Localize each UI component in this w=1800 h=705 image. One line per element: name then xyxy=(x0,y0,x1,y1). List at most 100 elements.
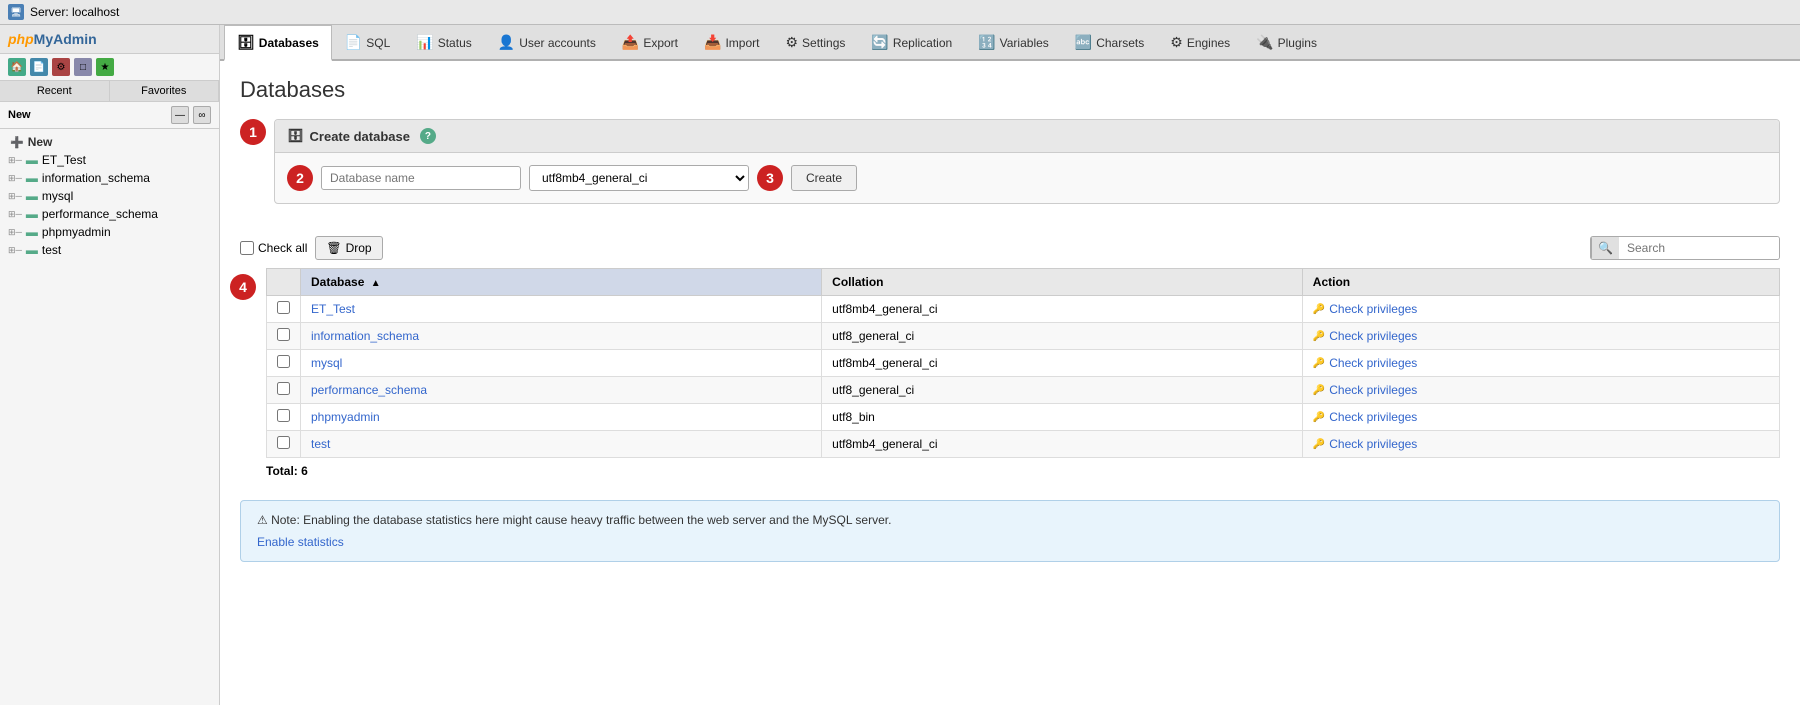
row-db-cell: phpmyadmin xyxy=(301,404,822,431)
row-checkbox[interactable] xyxy=(277,382,290,395)
db-name-link[interactable]: phpmyadmin xyxy=(311,410,380,424)
tab-charsets[interactable]: 🔤 Charsets xyxy=(1062,25,1157,59)
logo-php: php xyxy=(8,31,34,47)
table-row: test utf8mb4_general_ci 🔑Check privilege… xyxy=(267,431,1780,458)
plugins-tab-icon: 🔌 xyxy=(1256,34,1273,51)
db-name-link[interactable]: information_schema xyxy=(311,329,419,343)
sidebar-item-et-test[interactable]: ⊞─ ▬ ET_Test xyxy=(0,151,219,169)
search-icon[interactable]: 🔍 xyxy=(1591,237,1619,259)
row-db-cell: test xyxy=(301,431,822,458)
sidebar-item-performance-schema[interactable]: ⊞─ ▬ performance_schema xyxy=(0,205,219,223)
row-checkbox-cell xyxy=(267,431,301,458)
create-db-body: 2 utf8mb4_general_ci utf8_general_ci utf… xyxy=(275,153,1779,203)
check-priv-icon: 🔑 xyxy=(1313,304,1325,315)
row-action-cell: 🔑Check privileges xyxy=(1302,323,1779,350)
check-privileges-link[interactable]: 🔑Check privileges xyxy=(1313,302,1769,316)
note-text: ⚠ Note: Enabling the database statistics… xyxy=(257,513,1763,527)
step4-wrapper: 4 Database ▲ xyxy=(240,268,1780,484)
tab-import[interactable]: 📥 Import xyxy=(691,25,772,59)
sidebar-item-phpmyadmin[interactable]: ⊞─ ▬ phpmyadmin xyxy=(0,223,219,241)
sidebar-item-test[interactable]: ⊞─ ▬ test xyxy=(0,241,219,259)
tab-export[interactable]: 📤 Export xyxy=(609,25,691,59)
database-table: Database ▲ Collation Action xyxy=(266,268,1780,458)
row-checkbox[interactable] xyxy=(277,355,290,368)
star-icon[interactable]: ★ xyxy=(96,58,114,76)
home-icon[interactable]: 🏠 xyxy=(8,58,26,76)
tab-recent[interactable]: Recent xyxy=(0,81,110,101)
create-db-section: 🗄 Create database ? 2 utf8mb4_general_ci… xyxy=(274,119,1780,204)
collapse-btn[interactable]: — xyxy=(171,106,189,124)
check-all-checkbox[interactable] xyxy=(240,241,254,255)
row-action-cell: 🔑Check privileges xyxy=(1302,296,1779,323)
tab-status[interactable]: 📊 Status xyxy=(403,25,484,59)
tab-engines[interactable]: ⚙ Engines xyxy=(1157,25,1243,59)
create-db-title: Create database xyxy=(310,129,410,144)
tab-databases[interactable]: 🗄 Databases xyxy=(224,25,332,61)
row-checkbox[interactable] xyxy=(277,436,290,449)
row-checkbox[interactable] xyxy=(277,301,290,314)
check-priv-icon: 🔑 xyxy=(1313,331,1325,342)
create-database-button[interactable]: Create xyxy=(791,165,857,191)
engines-tab-label: Engines xyxy=(1187,36,1230,50)
tab-user-accounts[interactable]: 👤 User accounts xyxy=(485,25,609,59)
settings-tab-icon: ⚙ xyxy=(785,34,798,51)
tab-sql[interactable]: 📄 SQL xyxy=(332,25,403,59)
tab-settings[interactable]: ⚙ Settings xyxy=(772,25,858,59)
tab-plugins[interactable]: 🔌 Plugins xyxy=(1243,25,1330,59)
col-collation-label: Collation xyxy=(832,275,883,289)
db-tree-icon: ⊞─ xyxy=(8,227,22,238)
db-tree-icon: ⊞─ xyxy=(8,245,22,256)
row-action-cell: 🔑Check privileges xyxy=(1302,431,1779,458)
check-privileges-link[interactable]: 🔑Check privileges xyxy=(1313,356,1769,370)
drop-button[interactable]: 🗑 Drop xyxy=(315,236,382,260)
check-privileges-link[interactable]: 🔑Check privileges xyxy=(1313,329,1769,343)
step4-circle: 4 xyxy=(230,274,256,300)
tab-variables[interactable]: 🔢 Variables xyxy=(965,25,1062,59)
enable-statistics-link[interactable]: Enable statistics xyxy=(257,535,344,549)
row-checkbox-cell xyxy=(267,404,301,431)
charsets-tab-icon: 🔤 xyxy=(1075,34,1092,51)
tab-favorites[interactable]: Favorites xyxy=(110,81,220,101)
row-checkbox[interactable] xyxy=(277,328,290,341)
check-privileges-link[interactable]: 🔑Check privileges xyxy=(1313,383,1769,397)
sidebar: phpMyAdmin 🏠 📄 ⚙ □ ★ Recent Favorites Ne… xyxy=(0,25,220,705)
row-checkbox[interactable] xyxy=(277,409,290,422)
replication-tab-icon: 🔄 xyxy=(871,34,888,51)
logo-myadmin: MyAdmin xyxy=(34,31,97,47)
check-all-button[interactable]: Check all xyxy=(240,241,307,255)
db-name-link[interactable]: performance_schema xyxy=(311,383,427,397)
col-collation[interactable]: Collation xyxy=(822,269,1303,296)
sidebar-item-mysql[interactable]: ⊞─ ▬ mysql xyxy=(0,187,219,205)
db-name-link[interactable]: ET_Test xyxy=(311,302,355,316)
database-name-input[interactable] xyxy=(321,166,521,190)
table-row: ET_Test utf8mb4_general_ci 🔑Check privil… xyxy=(267,296,1780,323)
check-privileges-link[interactable]: 🔑Check privileges xyxy=(1313,437,1769,451)
expand-btn[interactable]: ∞ xyxy=(193,106,211,124)
check-priv-icon: 🔑 xyxy=(1313,385,1325,396)
search-input[interactable] xyxy=(1619,237,1779,259)
export-tab-label: Export xyxy=(643,36,678,50)
empty-icon[interactable]: □ xyxy=(74,58,92,76)
table-row: performance_schema utf8_general_ci 🔑Chec… xyxy=(267,377,1780,404)
server-icon: 🖥 xyxy=(8,4,24,20)
docs-icon[interactable]: 📄 xyxy=(30,58,48,76)
sidebar-item-information-schema[interactable]: ⊞─ ▬ information_schema xyxy=(0,169,219,187)
db-table-left: Check all 🗑 Drop xyxy=(240,236,383,260)
sidebar-item-new[interactable]: ➕ New xyxy=(0,133,219,151)
row-collation-cell: utf8_bin xyxy=(822,404,1303,431)
help-icon[interactable]: ? xyxy=(420,128,436,144)
tab-replication[interactable]: 🔄 Replication xyxy=(858,25,965,59)
sidebar-db-label: ET_Test xyxy=(42,153,86,167)
db-name-link[interactable]: test xyxy=(311,437,330,451)
import-tab-icon: 📥 xyxy=(704,34,721,51)
user-accounts-tab-icon: 👤 xyxy=(498,34,515,51)
db-name-link[interactable]: mysql xyxy=(311,356,342,370)
db-tree-icon: ⊞─ xyxy=(8,173,22,184)
collation-select[interactable]: utf8mb4_general_ci utf8_general_ci utf8_… xyxy=(529,165,749,191)
col-database[interactable]: Database ▲ xyxy=(301,269,822,296)
table-row: information_schema utf8_general_ci 🔑Chec… xyxy=(267,323,1780,350)
settings-icon[interactable]: ⚙ xyxy=(52,58,70,76)
sidebar-items: ➕ New ⊞─ ▬ ET_Test ⊞─ ▬ information_sche… xyxy=(0,129,219,263)
check-privileges-link[interactable]: 🔑Check privileges xyxy=(1313,410,1769,424)
plugins-tab-label: Plugins xyxy=(1278,36,1317,50)
